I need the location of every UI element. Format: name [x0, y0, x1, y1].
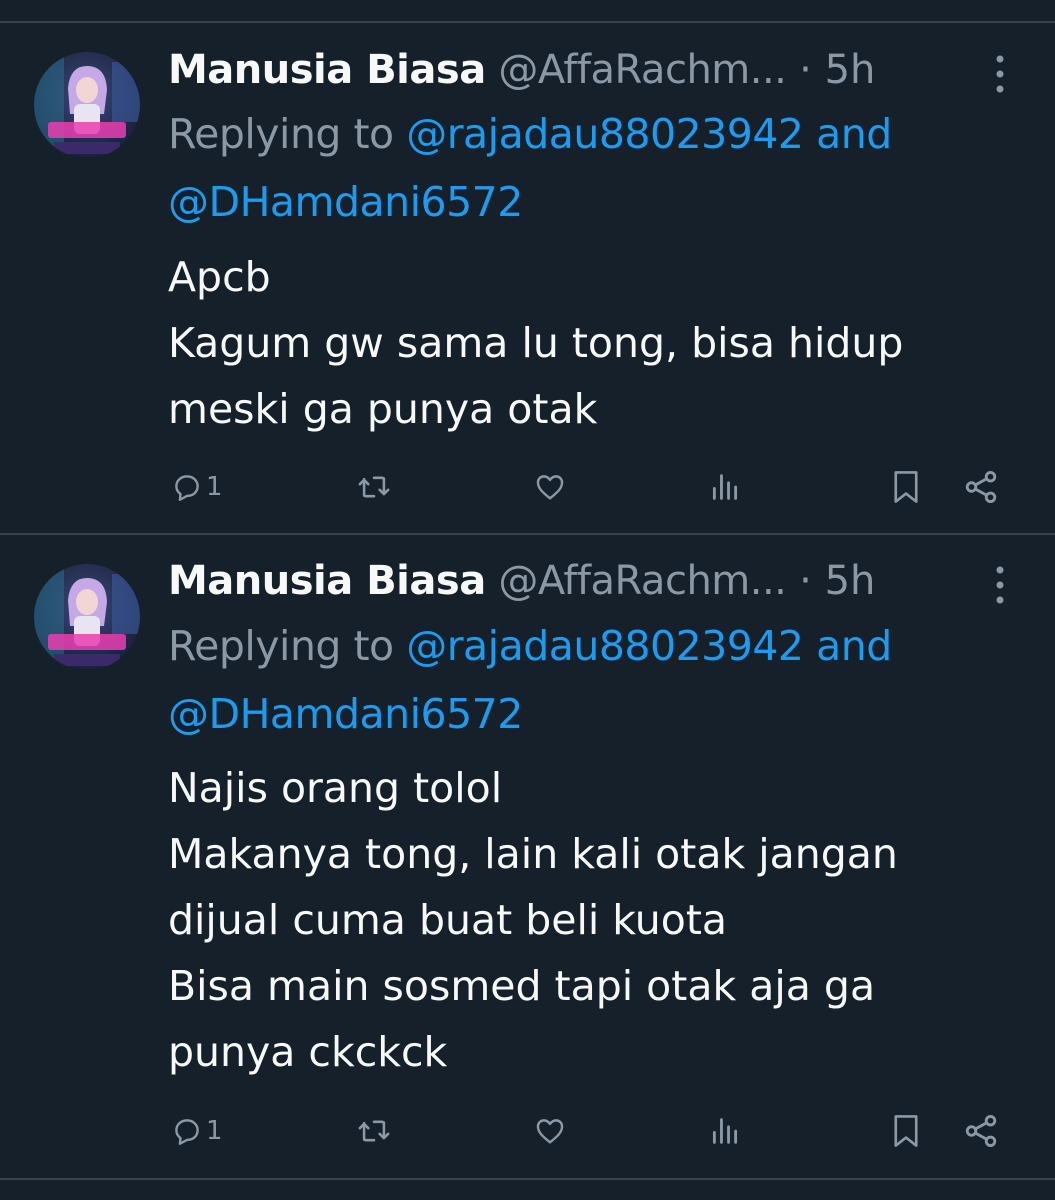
replying-to: Replying to @rajadau88023942 and @DHamda… — [168, 612, 1028, 748]
views-icon — [708, 1114, 742, 1148]
more-vertical-icon[interactable] — [990, 52, 1010, 96]
tweet-divider — [0, 1178, 1055, 1180]
tweet-text-line: dijual cuma buat beli kuota — [168, 896, 728, 944]
replying-to: Replying to @rajadau88023942 and @DHamda… — [168, 100, 1028, 236]
timestamp[interactable]: 5h — [825, 47, 876, 93]
more-vertical-icon[interactable] — [990, 563, 1010, 607]
avatar[interactable] — [34, 52, 140, 158]
timestamp[interactable]: 5h — [825, 558, 876, 604]
mention-and[interactable]: and — [816, 110, 892, 158]
tweet-text-line: meski ga punya otak — [168, 385, 598, 433]
tweet-header: Manusia Biasa @AffaRachm... · 5h — [168, 40, 875, 100]
tweet-text-line: Makanya tong, lain kali otak jangan — [168, 830, 898, 878]
top-divider — [0, 21, 1055, 23]
like-button[interactable] — [532, 462, 568, 512]
mention-link[interactable]: @DHamdani6572 — [168, 178, 523, 226]
retweet-icon — [355, 1114, 393, 1148]
tweet-text: Najis orang tolol Makanya tong, lain kal… — [168, 755, 1028, 1085]
tweet-text-line: punya ckckck — [168, 1028, 448, 1076]
reply-count: 1 — [206, 1116, 223, 1146]
tweet-text-line: Kagum gw sama lu tong, bisa hidup — [168, 319, 904, 367]
retweet-button[interactable] — [355, 462, 393, 512]
mention-link[interactable]: @DHamdani6572 — [168, 690, 523, 738]
views-button[interactable] — [708, 1106, 742, 1156]
reply-button[interactable]: 1 — [170, 1106, 223, 1156]
bookmark-icon — [888, 468, 924, 506]
bookmark-button[interactable] — [888, 462, 924, 512]
retweet-icon — [355, 470, 393, 504]
user-handle[interactable]: @AffaRachm... — [498, 558, 787, 604]
bookmark-button[interactable] — [888, 1106, 924, 1156]
tweet-text-line: Bisa main sosmed tapi otak aja ga — [168, 962, 876, 1010]
tweet-text-line: Apcb — [168, 253, 271, 301]
separator-dot: · — [799, 47, 812, 93]
share-button[interactable] — [962, 462, 1000, 512]
views-button[interactable] — [708, 462, 742, 512]
tweet-text: Apcb Kagum gw sama lu tong, bisa hidup m… — [168, 244, 1028, 442]
share-icon — [962, 468, 1000, 506]
mention-and[interactable]: and — [816, 622, 892, 670]
reply-icon — [170, 1114, 204, 1148]
tweet-actions: 1 — [0, 462, 1055, 512]
user-handle[interactable]: @AffaRachm... — [498, 47, 787, 93]
reply-count: 1 — [206, 472, 223, 502]
reply-icon — [170, 470, 204, 504]
share-button[interactable] — [962, 1106, 1000, 1156]
tweet-header: Manusia Biasa @AffaRachm... · 5h — [168, 551, 875, 611]
views-icon — [708, 470, 742, 504]
share-icon — [962, 1112, 1000, 1150]
heart-icon — [532, 1114, 568, 1148]
replying-prefix: Replying to — [168, 110, 394, 158]
retweet-button[interactable] — [355, 1106, 393, 1156]
tweet-actions: 1 — [0, 1106, 1055, 1156]
bookmark-icon — [888, 1112, 924, 1150]
heart-icon — [532, 470, 568, 504]
mention-link[interactable]: @rajadau88023942 — [406, 622, 804, 670]
mention-link[interactable]: @rajadau88023942 — [406, 110, 804, 158]
tweet-text-line: Najis orang tolol — [168, 764, 503, 812]
like-button[interactable] — [532, 1106, 568, 1156]
display-name[interactable]: Manusia Biasa — [168, 47, 486, 93]
avatar[interactable] — [34, 564, 140, 670]
separator-dot: · — [799, 558, 812, 604]
replying-prefix: Replying to — [168, 622, 394, 670]
reply-button[interactable]: 1 — [170, 462, 223, 512]
tweet-divider — [0, 533, 1055, 535]
display-name[interactable]: Manusia Biasa — [168, 558, 486, 604]
